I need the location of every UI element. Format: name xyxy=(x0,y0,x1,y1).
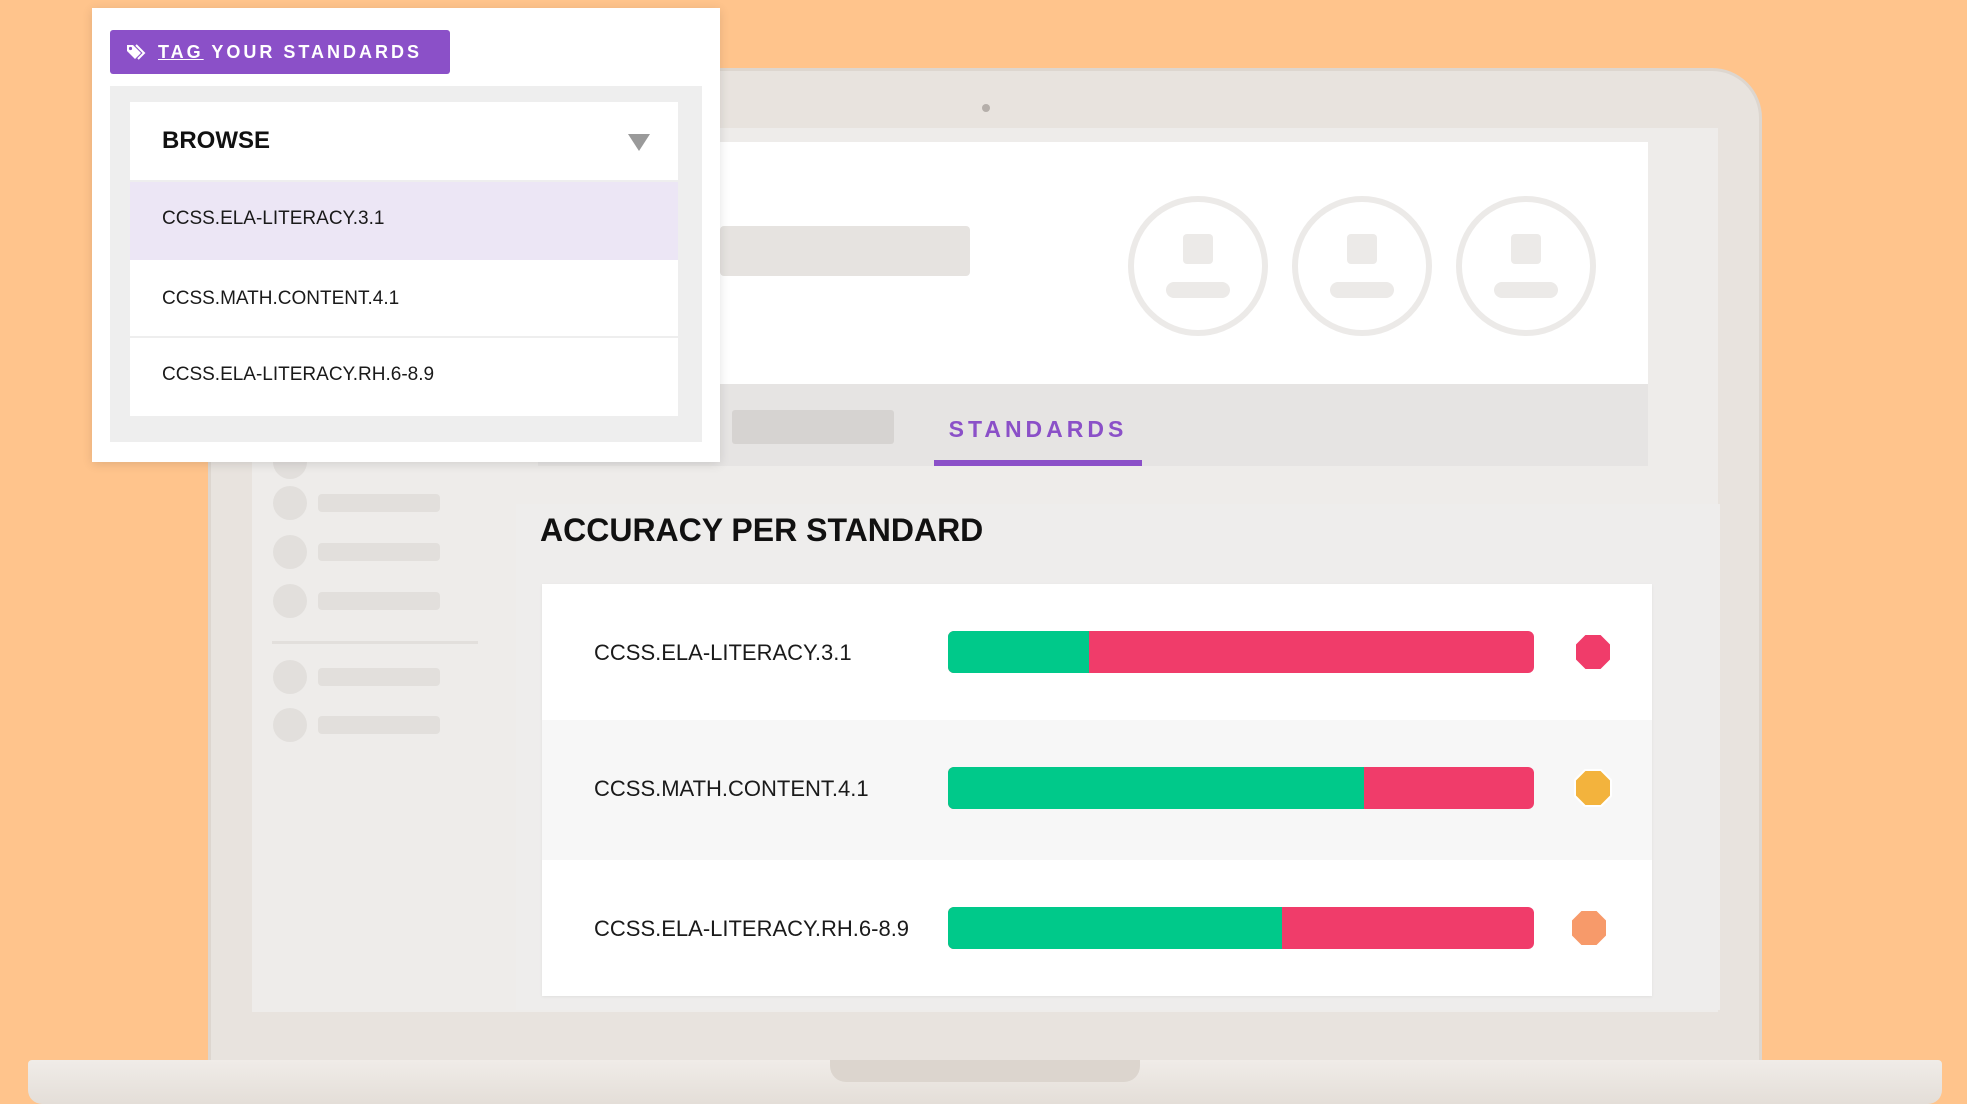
class-name-placeholder xyxy=(720,226,970,276)
sidebar-placeholder-bar xyxy=(318,543,440,561)
accuracy-bar xyxy=(948,631,1534,673)
sidebar-placeholder-bar xyxy=(318,716,440,734)
option-label: CCSS.ELA-LITERACY.RH.6-8.9 xyxy=(162,364,435,385)
accuracy-bar-correct xyxy=(948,631,1089,673)
accuracy-bar-correct xyxy=(948,767,1365,809)
avatar-placeholder-icon[interactable] xyxy=(1292,196,1432,336)
sidebar-placeholder-icon xyxy=(273,660,307,694)
accuracy-row: CCSS.MATH.CONTENT.4.1 xyxy=(542,720,1652,860)
sidebar-divider xyxy=(272,641,478,644)
standard-label: CCSS.MATH.CONTENT.4.1 xyxy=(594,776,869,801)
status-octagon-icon xyxy=(1574,633,1612,671)
avatar-placeholder-icon[interactable] xyxy=(1128,196,1268,336)
accuracy-row: CCSS.ELA-LITERACY.3.1 xyxy=(542,584,1652,720)
browse-dropdown[interactable]: BROWSE xyxy=(130,102,678,180)
avatar-placeholder-icon[interactable] xyxy=(1456,196,1596,336)
accuracy-bar-correct xyxy=(948,907,1283,949)
browse-label: BROWSE xyxy=(162,127,270,154)
section-title: ACCURACY PER STANDARD xyxy=(540,512,984,548)
standard-label: CCSS.ELA-LITERACY.RH.6-8.9 xyxy=(594,916,910,941)
tab-placeholder[interactable] xyxy=(732,410,894,444)
accuracy-bar xyxy=(948,907,1534,949)
standard-option[interactable]: CCSS.MATH.CONTENT.4.1 xyxy=(130,260,678,336)
sidebar-placeholder-icon xyxy=(273,708,307,742)
status-octagon-icon xyxy=(1570,909,1608,947)
standard-option[interactable]: CCSS.ELA-LITERACY.RH.6-8.9 xyxy=(130,338,678,416)
tag-button-label: TAG YOUR STANDARDS xyxy=(158,42,423,62)
accuracy-row: CCSS.ELA-LITERACY.RH.6-8.9 xyxy=(542,860,1652,996)
sidebar-placeholder-icon xyxy=(273,486,307,520)
tag-standards-button[interactable]: TAG YOUR STANDARDS xyxy=(110,30,450,74)
standard-option-selected[interactable]: CCSS.ELA-LITERACY.3.1 xyxy=(130,182,678,260)
active-tab-indicator xyxy=(934,460,1142,466)
standard-label: CCSS.ELA-LITERACY.3.1 xyxy=(594,640,852,665)
status-octagon-icon xyxy=(1574,769,1612,807)
sidebar-placeholder-bar xyxy=(318,668,440,686)
camera-dot xyxy=(982,104,990,112)
accuracy-bar xyxy=(948,767,1534,809)
tag-icon xyxy=(127,44,146,60)
sidebar-placeholder-icon xyxy=(273,535,307,569)
sidebar-placeholder-icon xyxy=(273,584,307,618)
option-label: CCSS.ELA-LITERACY.3.1 xyxy=(162,208,385,229)
sidebar-placeholder-bar xyxy=(318,494,440,512)
laptop-notch xyxy=(830,1060,1140,1082)
sidebar-placeholder-bar xyxy=(318,592,440,610)
tab-standards[interactable]: STANDARDS xyxy=(934,400,1142,458)
option-label: CCSS.MATH.CONTENT.4.1 xyxy=(162,288,400,309)
caret-down-icon xyxy=(628,134,650,151)
